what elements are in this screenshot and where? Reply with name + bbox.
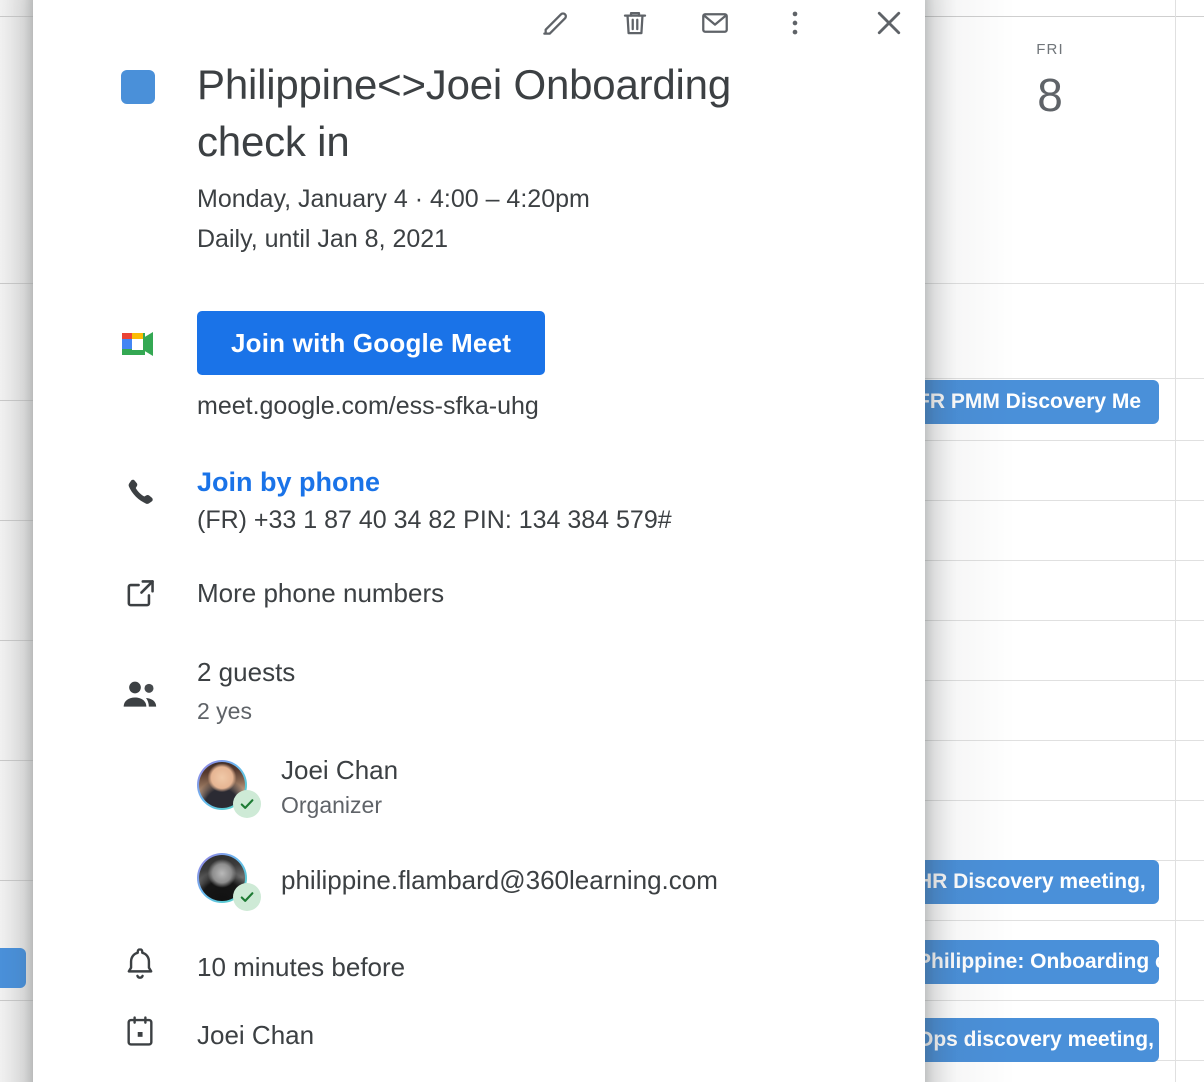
- guest-role: Organizer: [281, 792, 382, 818]
- delete-event-button[interactable]: [611, 1, 659, 45]
- external-link-icon: [123, 575, 159, 616]
- email-guests-button[interactable]: [691, 1, 739, 45]
- avatar-wrapper: [197, 853, 261, 911]
- envelope-icon: [699, 7, 731, 39]
- event-title: Philippine<>Joei Onboarding check in: [197, 61, 731, 165]
- calendar-day-of-week: FRI: [1036, 41, 1064, 58]
- calendar-event-chip[interactable]: FR PMM Discovery Me: [907, 380, 1159, 424]
- rsvp-yes-badge: [233, 789, 261, 818]
- phone-number: (FR) +33 1 87 40 34 82 PIN: 134 384 579#: [197, 506, 672, 534]
- guests-count: 2 guests: [197, 657, 296, 687]
- calendar-owner-row: Joei Chan: [33, 1013, 891, 1059]
- bell-icon: [123, 945, 157, 988]
- more-options-button[interactable]: [771, 1, 819, 45]
- calendar-event-chip[interactable]: Ops discovery meeting, 4: [907, 1018, 1159, 1062]
- meet-url[interactable]: meet.google.com/ess-sfka-uhg: [197, 387, 891, 425]
- event-datetime: Monday, January 4 · 4:00 – 4:20pm: [197, 185, 590, 213]
- calendar-event-chip[interactable]: Philippine: Onboarding c: [907, 940, 1159, 984]
- avatar-wrapper: [197, 759, 261, 818]
- more-vertical-icon: [779, 7, 811, 39]
- event-title-block: Philippine<>Joei Onboarding check in Mon…: [33, 46, 891, 259]
- calendar-left-column: ar: [0, 0, 33, 1082]
- close-button[interactable]: [865, 1, 913, 45]
- google-meet-block: Join with Google Meet meet.google.com/es…: [33, 311, 891, 425]
- event-recurrence: Daily, until Jan 8, 2021: [197, 225, 449, 253]
- event-details-popup: Philippine<>Joei Onboarding check in Mon…: [33, 0, 925, 1082]
- guest-text: philippine.flambard@360learning.com: [259, 862, 718, 898]
- calendar-right-region: FRI 8 FR PMM Discovery Me HR Discovery m…: [907, 0, 1204, 1082]
- calendar-event-clipped[interactable]: ar: [0, 948, 26, 988]
- guest-list: Joei Chan Organizer philippine.flambard@…: [197, 752, 891, 911]
- guest-name: Joei Chan: [281, 755, 399, 785]
- guest-text: Joei Chan Organizer: [259, 752, 398, 821]
- pencil-icon: [539, 7, 571, 39]
- guests-block: 2 guests 2 yes Joei Chan Organizer phili…: [33, 653, 891, 911]
- join-google-meet-button[interactable]: Join with Google Meet: [197, 311, 546, 375]
- calendar-day-number: 8: [1037, 69, 1063, 121]
- trash-icon: [619, 7, 651, 39]
- calendar-event-chip[interactable]: HR Discovery meeting,: [907, 860, 1159, 904]
- list-item[interactable]: philippine.flambard@360learning.com: [197, 849, 891, 911]
- close-icon: [871, 5, 907, 41]
- more-phone-numbers-block[interactable]: More phone numbers: [33, 573, 891, 621]
- join-by-phone-link[interactable]: Join by phone: [197, 463, 380, 501]
- phone-icon: [123, 475, 159, 516]
- more-phone-numbers-label[interactable]: More phone numbers: [197, 578, 444, 608]
- calendar-owner-text: Joei Chan: [197, 1020, 315, 1050]
- popup-content: Philippine<>Joei Onboarding check in Mon…: [33, 46, 925, 1082]
- list-item[interactable]: Joei Chan Organizer: [197, 752, 891, 821]
- google-meet-icon: [119, 327, 159, 361]
- join-by-phone-block: Join by phone (FR) +33 1 87 40 34 82 PIN…: [33, 463, 891, 539]
- rsvp-yes-badge: [233, 883, 261, 911]
- guest-email: philippine.flambard@360learning.com: [281, 865, 718, 895]
- calendar-event-details-screen: ar FRI 8 FR PMM Discovery Me HR Dis: [0, 0, 1204, 1082]
- calendar-day-header[interactable]: FRI 8: [925, 40, 1175, 124]
- reminder-text: 10 minutes before: [197, 952, 406, 982]
- popup-header-toolbar: [33, 0, 925, 46]
- calendar-icon: [123, 1013, 157, 1056]
- reminder-row: 10 minutes before: [33, 945, 891, 991]
- edit-event-button[interactable]: [531, 1, 579, 45]
- event-color-chip: [121, 70, 155, 104]
- people-icon: [121, 677, 161, 716]
- guests-response-summary: 2 yes: [197, 698, 252, 724]
